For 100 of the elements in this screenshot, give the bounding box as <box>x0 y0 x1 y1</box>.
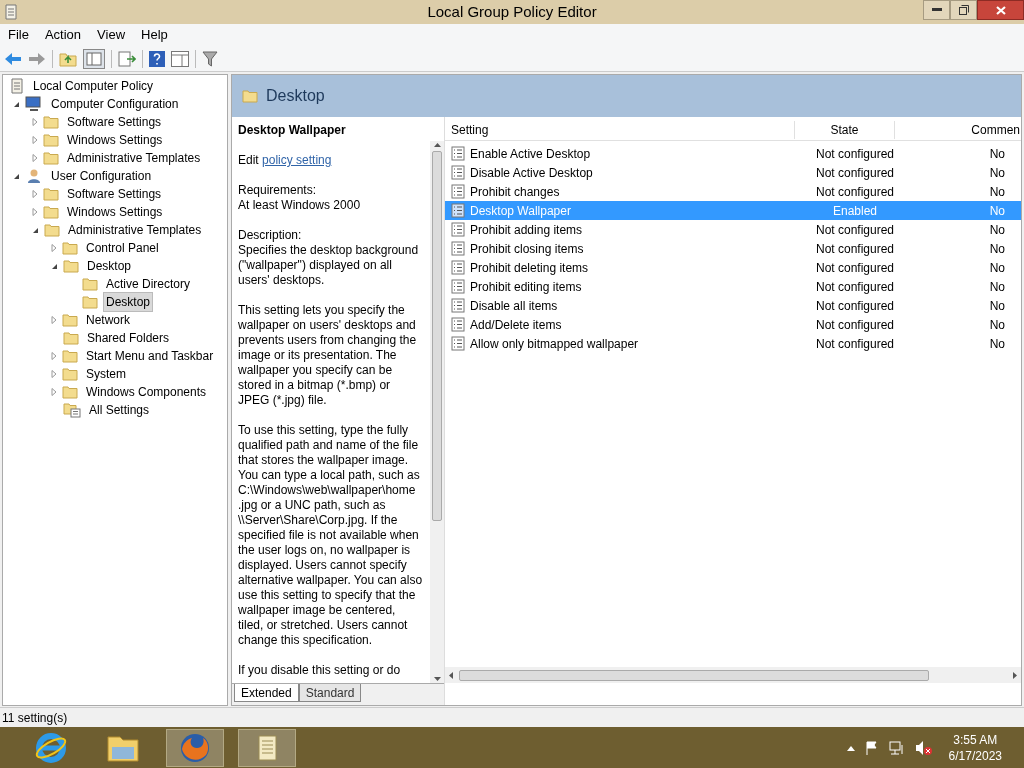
setting-comment: No <box>988 278 1006 296</box>
up-folder-icon[interactable] <box>59 50 77 67</box>
network-icon[interactable] <box>888 740 905 755</box>
collapsed-arrow-icon[interactable] <box>32 118 38 126</box>
tree-item[interactable]: Start Menu and Taskbar <box>83 346 217 366</box>
close-button[interactable] <box>977 0 1024 20</box>
policy-row[interactable]: Prohibit changes Not configured No <box>445 182 1021 201</box>
menu-item[interactable]: Help <box>133 25 176 45</box>
tree-item[interactable]: System <box>83 364 129 384</box>
policy-setting-icon <box>451 241 465 256</box>
setting-state: Not configured <box>814 297 895 315</box>
filter-icon[interactable] <box>202 50 218 67</box>
tree-item[interactable]: Shared Folders <box>84 328 173 348</box>
minimize-button[interactable] <box>923 0 950 20</box>
collapsed-arrow-icon[interactable] <box>32 136 38 144</box>
setting-state: Not configured <box>814 335 895 353</box>
scroll-up-arrow-icon[interactable] <box>433 143 441 147</box>
show-hidden-icons-icon[interactable] <box>846 744 855 751</box>
tree-item[interactable]: Local Computer Policy <box>30 76 157 96</box>
policy-setting-link[interactable]: policy setting <box>262 153 332 167</box>
tree-item[interactable]: Network <box>83 310 133 330</box>
policy-setting-icon <box>451 146 465 161</box>
edit-line: Edit policy setting <box>238 153 333 168</box>
tree-item[interactable]: Active Directory <box>103 274 194 294</box>
tree-item[interactable]: Administrative Templates <box>64 148 204 168</box>
folder-icon <box>62 313 78 327</box>
scroll-left-arrow-icon[interactable] <box>449 671 453 679</box>
help-icon[interactable] <box>149 50 165 67</box>
setting-name: Prohibit deleting items <box>469 259 590 277</box>
flag-icon[interactable] <box>864 740 879 755</box>
setting-comment: No <box>988 240 1006 258</box>
tree-item[interactable]: Windows Settings <box>64 202 166 222</box>
expanded-arrow-icon[interactable] <box>13 172 20 180</box>
settings-list-icon <box>63 402 81 418</box>
expanded-arrow-icon[interactable] <box>13 100 20 108</box>
clock-time[interactable]: 3:55 AM <box>953 731 998 748</box>
collapsed-arrow-icon[interactable] <box>51 388 57 396</box>
policy-setting-icon <box>451 203 465 218</box>
menu-item[interactable]: View <box>89 25 134 45</box>
scroll-right-arrow-icon[interactable] <box>1013 671 1017 679</box>
policy-row[interactable]: Disable all items Not configured No <box>445 296 1021 315</box>
restore-button[interactable] <box>950 0 977 20</box>
tree-item[interactable]: Control Panel <box>83 238 162 258</box>
tree-item[interactable]: Desktop <box>103 292 154 312</box>
back-arrow-icon[interactable] <box>4 51 22 66</box>
policy-row[interactable]: Allow only bitmapped wallpaper Not configured No <box>445 334 1021 353</box>
forward-arrow-icon[interactable] <box>28 51 46 66</box>
tree-item[interactable]: User Configuration <box>48 166 155 186</box>
description-text: Requirements: At least Windows 2000 <box>238 183 362 213</box>
speaker-muted-icon[interactable] <box>914 739 933 756</box>
export-list-icon[interactable] <box>118 50 136 67</box>
collapsed-arrow-icon[interactable] <box>51 316 57 324</box>
collapsed-arrow-icon[interactable] <box>32 154 38 162</box>
expanded-arrow-icon[interactable] <box>32 226 39 234</box>
column-header[interactable]: State <box>795 120 895 139</box>
taskbar-button[interactable] <box>166 728 224 767</box>
policy-row[interactable]: Enable Active Desktop Not configured No <box>445 144 1021 163</box>
taskbar-button[interactable] <box>238 728 296 767</box>
folder-icon <box>43 205 59 219</box>
collapsed-arrow-icon[interactable] <box>32 190 38 198</box>
policy-row[interactable]: Prohibit closing items Not configured No <box>445 239 1021 258</box>
menu-item[interactable]: Action <box>36 25 90 45</box>
menu-item[interactable]: File <box>0 25 37 45</box>
tree-item[interactable]: Windows Components <box>83 382 210 402</box>
collapsed-arrow-icon[interactable] <box>32 208 38 216</box>
folder-icon <box>43 115 59 129</box>
policy-row[interactable]: Prohibit editing items Not configured No <box>445 277 1021 296</box>
folder-icon <box>242 89 258 103</box>
tree-item[interactable]: Desktop <box>84 256 135 276</box>
view-tab[interactable]: Standard <box>298 684 362 702</box>
setting-name: Disable Active Desktop <box>469 164 594 182</box>
collapsed-arrow-icon[interactable] <box>51 370 57 378</box>
tree-item[interactable]: Windows Settings <box>64 130 166 150</box>
collapsed-arrow-icon[interactable] <box>51 244 57 252</box>
tree-item[interactable]: Administrative Templates <box>65 220 205 240</box>
vertical-scrollbar[interactable] <box>430 141 444 683</box>
policy-row[interactable]: Disable Active Desktop Not configured No <box>445 163 1021 182</box>
tree-item[interactable]: Software Settings <box>64 184 165 204</box>
setting-state: Not configured <box>814 259 895 277</box>
scroll-down-arrow-icon[interactable] <box>433 677 441 681</box>
folder-icon <box>62 349 78 363</box>
browser-e-icon[interactable] <box>34 730 68 765</box>
horizontal-scrollbar[interactable] <box>445 667 1021 683</box>
setting-name: Desktop Wallpaper <box>469 202 572 220</box>
policy-row[interactable]: Prohibit deleting items Not configured No <box>445 258 1021 277</box>
panel-view-icon[interactable] <box>171 50 189 67</box>
policy-row[interactable]: Add/Delete items Not configured No <box>445 315 1021 334</box>
policy-row[interactable]: Prohibit adding items Not configured No <box>445 220 1021 239</box>
folder-icon <box>44 223 60 237</box>
collapsed-arrow-icon[interactable] <box>51 352 57 360</box>
view-tab[interactable]: Extended <box>234 684 299 702</box>
tree-item[interactable]: All Settings <box>86 400 153 420</box>
column-header[interactable]: Setting <box>445 120 795 139</box>
clock-date[interactable]: 6/17/2023 <box>948 747 1002 764</box>
description-text: If you disable this setting or do <box>238 663 402 678</box>
show-tree-icon[interactable] <box>83 48 105 69</box>
expanded-arrow-icon[interactable] <box>51 262 58 270</box>
column-header[interactable]: Commen <box>895 120 1021 139</box>
tree-item[interactable]: Software Settings <box>64 112 165 132</box>
tree-item[interactable]: Computer Configuration <box>48 94 182 114</box>
